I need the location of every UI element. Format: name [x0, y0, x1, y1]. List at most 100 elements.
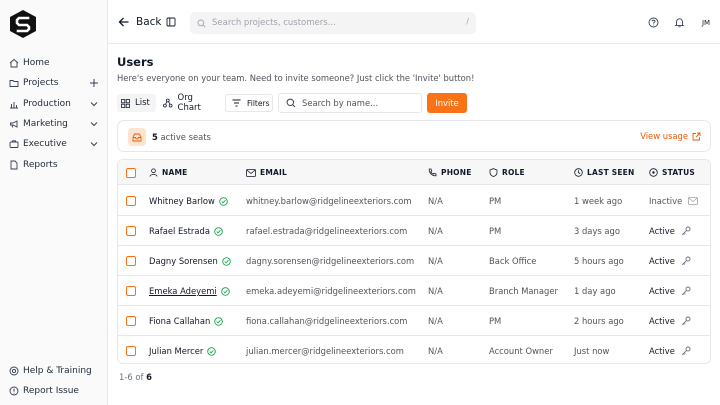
sidebar-item-label: Marketing: [23, 119, 68, 130]
row-checkbox[interactable]: [126, 256, 136, 266]
list-view-label: List: [135, 98, 150, 108]
user-role-cell: Account Owner: [489, 346, 553, 356]
verified-check-icon: [207, 346, 217, 356]
view-usage-link[interactable]: View usage: [640, 131, 701, 141]
sidebar-item-reports[interactable]: Reports: [0, 154, 108, 174]
notifications-button[interactable]: [674, 17, 685, 28]
user-name: Whitney Barlow: [149, 196, 215, 206]
pagination-range: 1-6: [119, 372, 133, 382]
sidebar-toggle-button[interactable]: [166, 17, 176, 27]
sidebar-item-marketing[interactable]: Marketing: [0, 114, 108, 134]
megaphone-icon: [10, 120, 18, 128]
verified-check-icon: [214, 226, 223, 236]
alert-icon: [9, 386, 19, 396]
column-header-email[interactable]: EMAIL: [246, 160, 287, 185]
key-icon[interactable]: [681, 346, 691, 356]
user-icon: [149, 168, 158, 177]
users-toolbar: List Org Chart Filters Search by name...…: [117, 92, 711, 114]
table-row[interactable]: Fiona Callahan fiona.callahan@ridgelinee…: [118, 306, 710, 336]
key-icon[interactable]: [681, 226, 691, 236]
column-header-label: NAME: [162, 168, 188, 177]
table-row[interactable]: Rafael Estrada rafael.estrada@ridgelinee…: [118, 216, 710, 246]
sidebar-item-production[interactable]: Production: [0, 94, 108, 114]
mail-icon[interactable]: [688, 197, 699, 205]
page-subtitle: Here's everyone on your team. Need to in…: [117, 73, 475, 83]
user-name-cell[interactable]: Fiona Callahan: [149, 306, 224, 336]
chevron-down-icon[interactable]: [89, 139, 99, 149]
plus-icon[interactable]: [89, 78, 99, 88]
org-chart-view-button[interactable]: Org Chart: [159, 93, 221, 113]
back-button[interactable]: Back: [118, 15, 162, 29]
select-all-checkbox[interactable]: [126, 167, 136, 178]
table-row[interactable]: Dagny Sorensen dagny.sorensen@ridgelinee…: [118, 246, 710, 276]
global-search-input[interactable]: Search projects, customers... /: [190, 12, 476, 34]
org-chart-label: Org Chart: [177, 93, 201, 113]
sidebar-item-home[interactable]: Home: [0, 53, 108, 73]
search-by-name-input[interactable]: Search by name...: [278, 93, 422, 113]
column-header-label: LAST SEEN: [587, 168, 635, 177]
user-status: Active: [649, 226, 675, 236]
table-row[interactable]: Emeka Adeyemi emeka.adeyemi@ridgelineext…: [118, 276, 710, 306]
user-name: Julian Mercer: [149, 346, 204, 356]
row-checkbox[interactable]: [126, 346, 136, 356]
key-icon[interactable]: [681, 316, 691, 326]
table-row[interactable]: Whitney Barlow whitney.barlow@ridgelinee…: [118, 186, 710, 216]
chevron-down-icon[interactable]: [89, 99, 99, 109]
top-bar: Back Search projects, customers... / JM: [108, 0, 720, 44]
key-icon[interactable]: [681, 256, 691, 266]
sidebar-item-help-training[interactable]: Help & Training: [0, 361, 108, 381]
file-icon: [10, 160, 18, 170]
user-name-cell[interactable]: Whitney Barlow: [149, 186, 228, 216]
active-seats-count: 5: [152, 132, 158, 142]
verified-check-icon: [222, 256, 231, 266]
user-email-cell: whitney.barlow@ridgelineexteriors.com: [246, 196, 412, 206]
column-header-label: EMAIL: [260, 168, 287, 177]
sidebar-item-label: Report Issue: [23, 386, 79, 397]
shield-icon: [489, 168, 498, 177]
filters-button[interactable]: Filters: [225, 94, 273, 112]
invite-button[interactable]: Invite: [427, 93, 467, 113]
column-header-role[interactable]: ROLE: [489, 160, 525, 185]
user-name-cell[interactable]: Emeka Adeyemi: [149, 276, 230, 306]
user-role-cell: Back Office: [489, 256, 537, 266]
sidebar-item-projects[interactable]: Projects: [0, 73, 108, 93]
row-checkbox[interactable]: [126, 196, 136, 206]
column-header-status[interactable]: STATUS: [649, 160, 695, 185]
column-header-name[interactable]: NAME: [149, 160, 187, 185]
user-status-cell: Active: [649, 216, 691, 246]
pagination-summary: 1-6 of 6: [119, 372, 152, 382]
chart-icon: [10, 101, 18, 109]
row-checkbox[interactable]: [126, 226, 136, 236]
user-last-seen-cell: Just now: [574, 346, 610, 356]
user-status-cell: Active: [649, 276, 691, 306]
table-row[interactable]: Julian Mercer julian.mercer@ridgelineext…: [118, 336, 710, 363]
user-name: Emeka Adeyemi: [149, 286, 217, 296]
user-avatar[interactable]: JM: [698, 15, 714, 31]
user-name-cell[interactable]: Julian Mercer: [149, 336, 217, 363]
key-icon[interactable]: [681, 286, 691, 296]
pagination-of: of: [135, 372, 144, 382]
row-checkbox[interactable]: [126, 286, 136, 296]
column-header-last-seen[interactable]: LAST SEEN: [574, 160, 634, 185]
search-icon: [286, 98, 296, 108]
user-email-cell: emeka.adeyemi@ridgelineexteriors.com: [246, 286, 416, 296]
org-chart-icon: [163, 98, 173, 108]
avatar-initials: JM: [701, 19, 711, 27]
row-checkbox[interactable]: [126, 316, 136, 326]
user-name-cell[interactable]: Dagny Sorensen: [149, 246, 231, 276]
global-search-placeholder: Search projects, customers...: [212, 18, 336, 28]
app-logo-icon[interactable]: [9, 9, 37, 39]
user-name-cell[interactable]: Rafael Estrada: [149, 216, 223, 246]
help-button[interactable]: [648, 17, 659, 28]
user-phone-cell: N/A: [428, 316, 443, 326]
folder-icon: [9, 80, 19, 88]
user-phone-cell: N/A: [428, 196, 443, 206]
list-view-button[interactable]: List: [117, 94, 156, 112]
sidebar-item-label: Home: [23, 58, 50, 69]
sidebar-item-executive[interactable]: Executive: [0, 134, 108, 154]
chevron-down-icon[interactable]: [89, 119, 99, 129]
user-email-cell: dagny.sorensen@ridgelineexteriors.com: [246, 256, 415, 266]
phone-icon: [428, 168, 437, 177]
sidebar-item-report-issue[interactable]: Report Issue: [0, 381, 108, 401]
column-header-phone[interactable]: PHONE: [428, 160, 472, 185]
